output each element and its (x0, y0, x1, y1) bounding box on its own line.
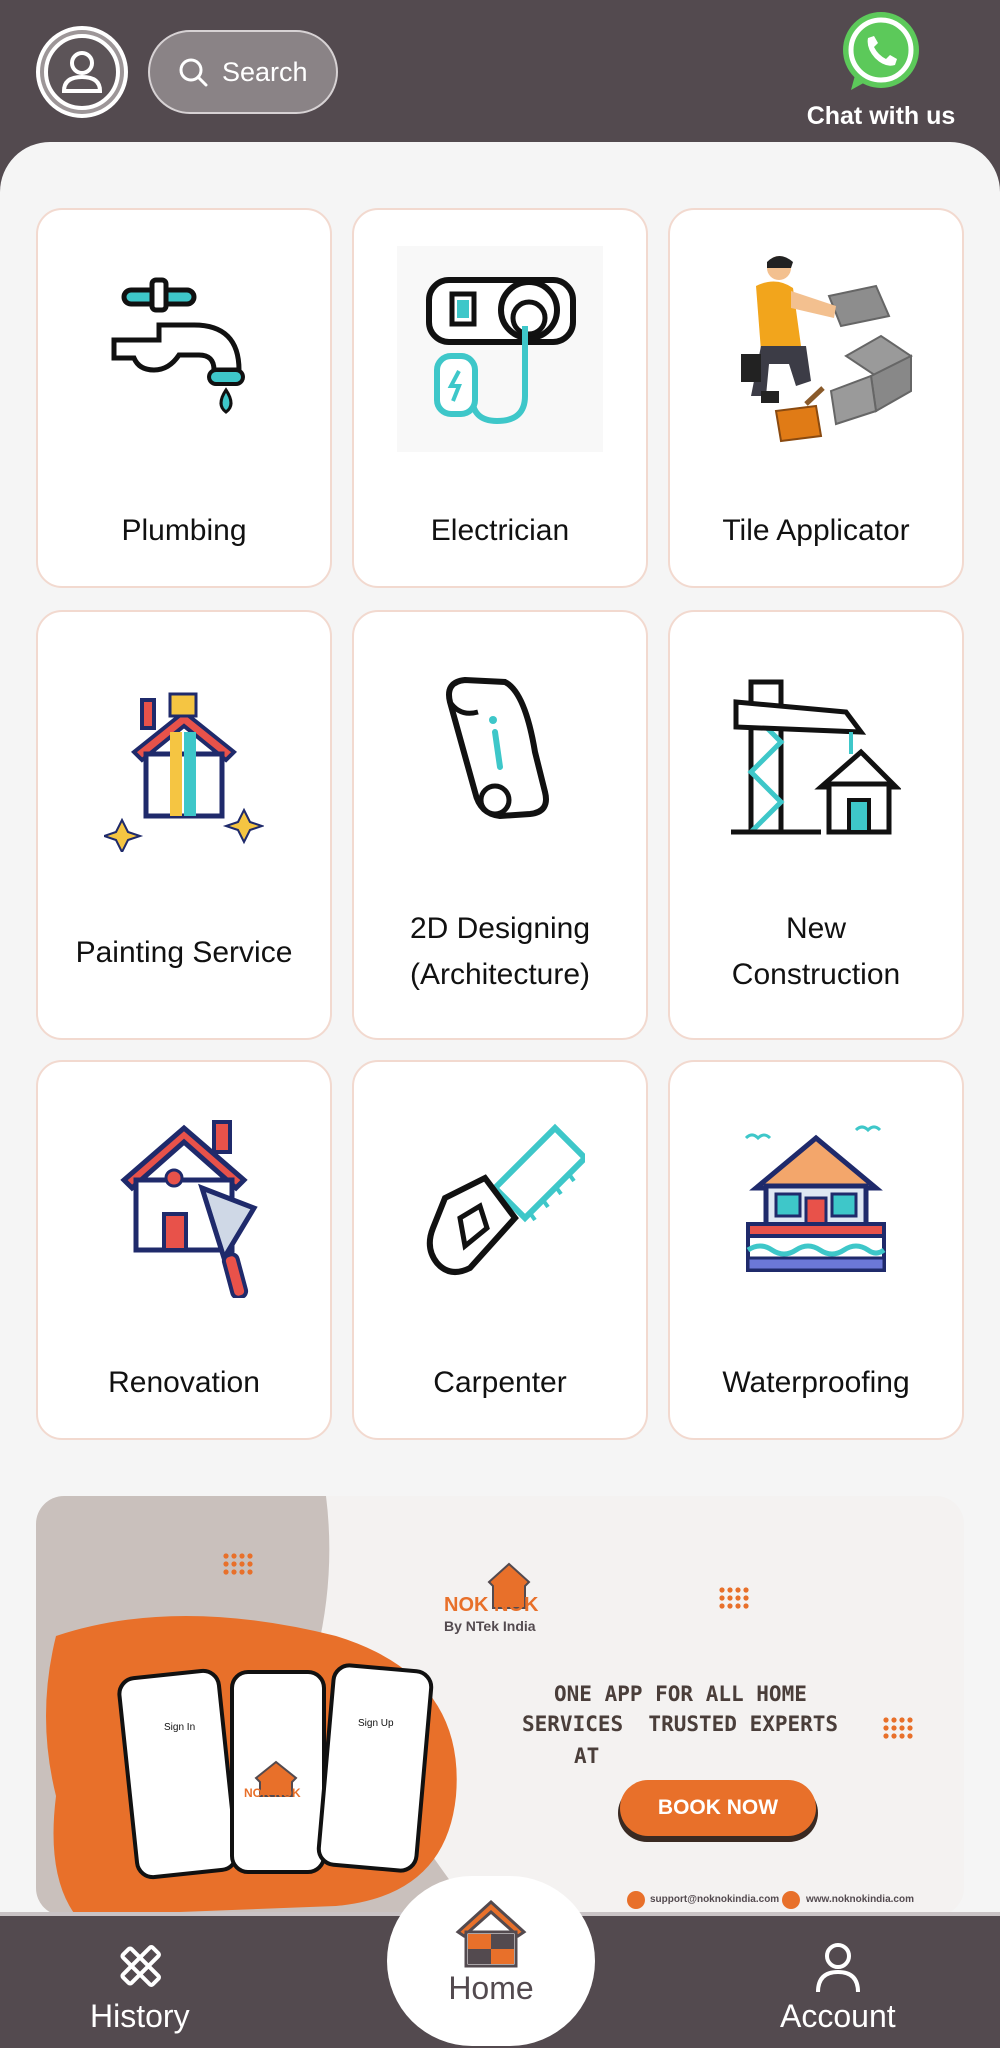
service-card-tile-applicator[interactable]: Tile Applicator (668, 208, 964, 588)
nav-home[interactable]: Home (387, 1876, 595, 2046)
socket-plug-icon (397, 246, 603, 452)
service-label: New Construction (731, 912, 901, 991)
phone-signin-title: Sign In (164, 1722, 196, 1733)
banner-headline-2: SERVICES TRUSTED EXPERTS (522, 1712, 839, 1736)
chat-with-us-button[interactable]: Chat with us (796, 8, 966, 131)
house-logo-icon (455, 1899, 527, 1968)
service-card-electrician[interactable]: Electrician (352, 208, 648, 588)
nav-account-label: Account (780, 1998, 896, 2034)
nav-account[interactable]: Account (780, 1938, 896, 2035)
promo-banner[interactable]: NOK NOK By NTek India Sign In Sign Up NO… (36, 1496, 964, 1916)
chat-label: Chat with us (806, 102, 956, 130)
banner-brand-sub: By NTek India (444, 1618, 536, 1634)
tile-worker-icon (741, 256, 913, 443)
service-card-plumbing[interactable]: Plumbing (36, 208, 332, 588)
service-label: Painting Service (75, 936, 293, 969)
house-trowel-icon (120, 1120, 258, 1298)
banner-website: www.noknokindia.com (806, 1894, 914, 1905)
blueprint-roll-icon (446, 676, 549, 820)
service-card-2d-designing[interactable]: 2D Designing (Architecture) (352, 610, 648, 1040)
service-card-new-construction[interactable]: New Construction (668, 610, 964, 1040)
book-now-button[interactable]: BOOK NOW (620, 1780, 816, 1836)
top-header: Search Chat with us (0, 0, 1000, 150)
whatsapp-icon (843, 12, 919, 90)
hand-saw-icon (426, 1123, 585, 1275)
service-label: Tile Applicator (722, 514, 910, 547)
person-icon (815, 1943, 860, 1993)
nav-history[interactable]: History (90, 1938, 190, 2035)
profile-avatar[interactable] (36, 26, 128, 118)
phone-brand: NOK NOK (244, 1786, 301, 1800)
service-label: Plumbing (121, 514, 247, 547)
painted-house-icon (104, 692, 264, 852)
service-label: Carpenter (433, 1366, 567, 1399)
service-card-painting-service[interactable]: Painting Service (36, 610, 332, 1040)
search-icon (179, 58, 208, 87)
search-label: Search (222, 56, 308, 87)
banner-headline-3: AT (574, 1744, 600, 1768)
service-label: Waterproofing (722, 1366, 910, 1399)
banner-email: support@noknokindia.com (650, 1894, 780, 1905)
banner-headline-1: ONE APP FOR ALL HOME (554, 1682, 807, 1706)
service-label: Renovation (108, 1366, 260, 1399)
search-button[interactable]: Search (148, 30, 338, 114)
phone-signup-title: Sign Up (358, 1718, 394, 1729)
service-label: Electrician (430, 514, 570, 547)
service-label: 2D Designing (Architecture) (409, 912, 591, 991)
faucet-icon (111, 277, 245, 414)
pencil-ruler-icon (120, 1945, 161, 1987)
service-card-renovation[interactable]: Renovation (36, 1060, 332, 1440)
service-card-carpenter[interactable]: Carpenter (352, 1060, 648, 1440)
house-on-water-icon (744, 1125, 886, 1272)
user-icon (44, 34, 120, 110)
banner-background (36, 1496, 913, 1916)
nav-history-label: History (90, 1998, 190, 2034)
crane-house-icon (731, 679, 901, 835)
service-card-waterproofing[interactable]: Waterproofing (668, 1060, 964, 1440)
banner-brand-name: NOK NOK (444, 1594, 539, 1616)
nav-home-label: Home (448, 1970, 534, 2006)
